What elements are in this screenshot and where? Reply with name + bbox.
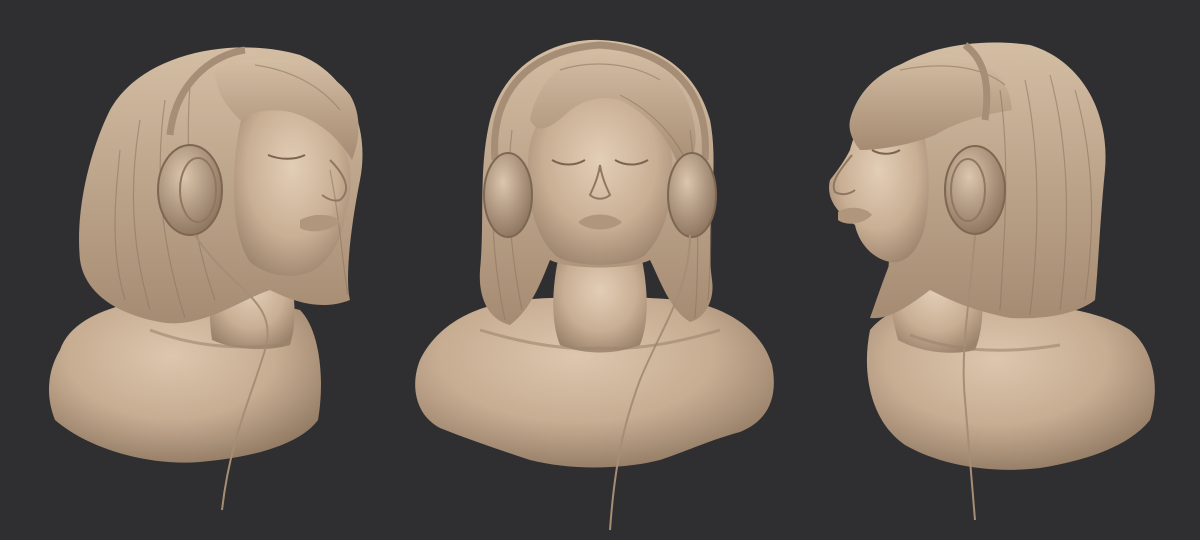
sculpt-viewport	[0, 0, 1200, 540]
bust-three-quarter	[48, 46, 363, 511]
bust-left-headphone-cup	[157, 144, 223, 236]
bust-profile	[829, 42, 1155, 521]
bust-front-headphone-cup-right	[667, 152, 717, 238]
bust-front	[415, 39, 774, 531]
bust-right-headphone-cup	[944, 145, 1006, 235]
bust-front-headphone-cup-left	[483, 152, 533, 238]
sculpture-render	[48, 39, 1155, 531]
